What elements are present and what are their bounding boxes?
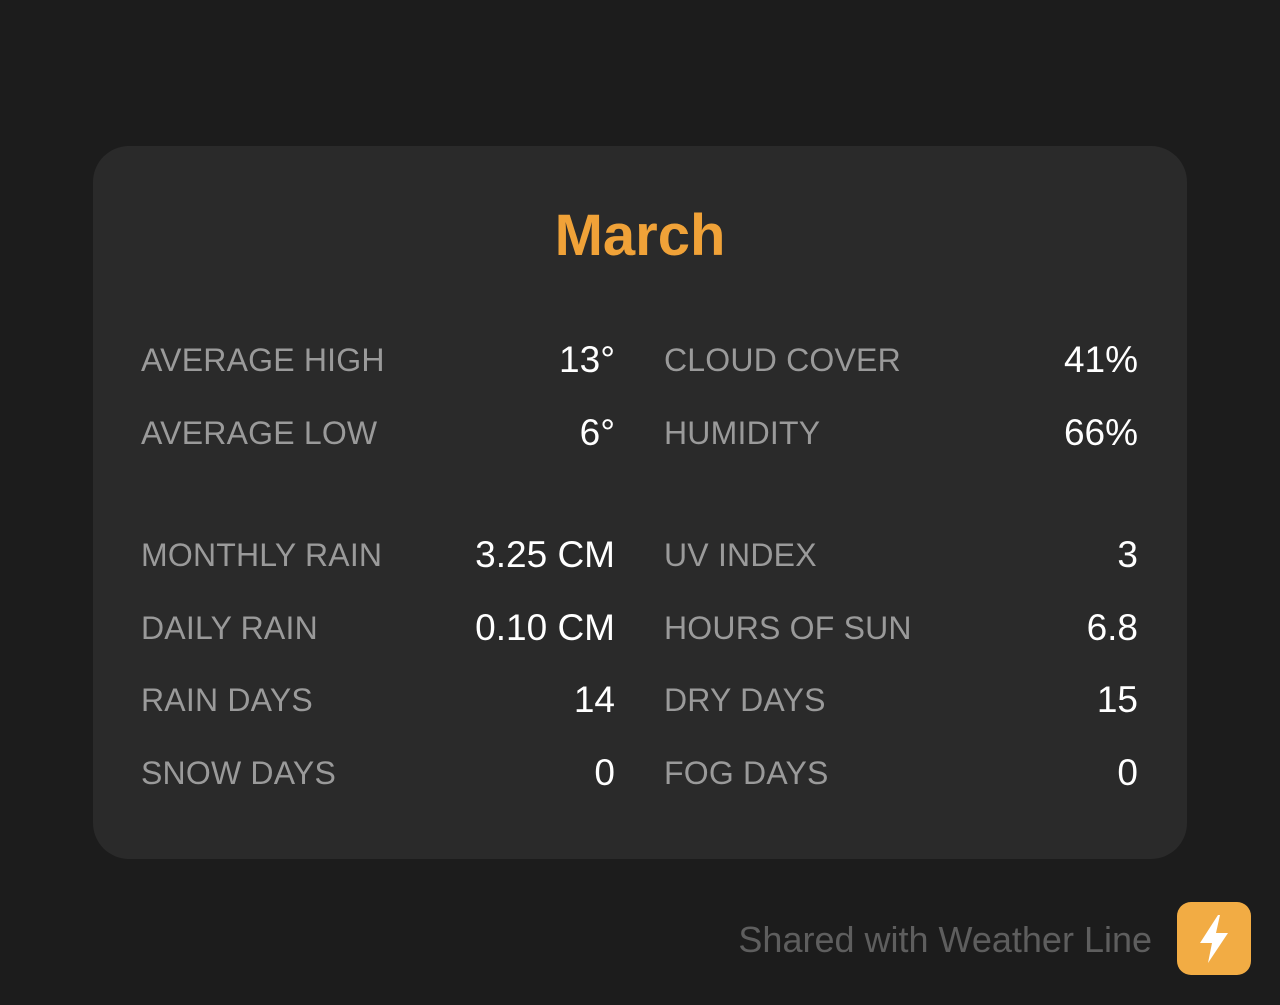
- stat-cloud-cover: CLOUD COVER 41%: [664, 335, 1138, 385]
- stat-monthly-rain: MONTHLY RAIN 3.25 CM: [141, 530, 615, 580]
- stat-value: 0.10 CM: [475, 607, 615, 648]
- stat-daily-rain: DAILY RAIN 0.10 CM: [141, 603, 615, 653]
- stat-snow-days: SNOW DAYS 0: [141, 748, 615, 798]
- stat-label: HOURS OF SUN: [664, 609, 912, 646]
- stat-label: DAILY RAIN: [141, 609, 318, 646]
- stat-hours-of-sun: HOURS OF SUN 6.8: [664, 603, 1138, 653]
- stat-average-low: AVERAGE LOW 6°: [141, 408, 615, 458]
- stat-value: 6.8: [1086, 607, 1138, 648]
- stat-value: 15: [1096, 679, 1138, 720]
- stat-value: 0: [1117, 752, 1138, 793]
- weather-line-app-icon[interactable]: [1177, 902, 1251, 975]
- stat-value: 6°: [579, 412, 615, 453]
- month-title: March: [554, 203, 726, 268]
- shared-with-caption: Shared with Weather Line: [738, 919, 1152, 960]
- stat-value: 0: [594, 752, 615, 793]
- lightning-bolt-icon: [1200, 914, 1228, 963]
- stat-label: UV INDEX: [664, 536, 817, 573]
- stat-label: MONTHLY RAIN: [141, 536, 383, 573]
- stat-label: HUMIDITY: [664, 414, 821, 451]
- stat-label: DRY DAYS: [664, 681, 826, 718]
- stat-label: SNOW DAYS: [141, 754, 337, 791]
- stat-label: FOG DAYS: [664, 754, 829, 791]
- stat-humidity: HUMIDITY 66%: [664, 408, 1138, 458]
- stat-label: AVERAGE HIGH: [141, 341, 385, 378]
- stat-value: 14: [573, 679, 615, 720]
- stat-value: 66%: [1063, 412, 1138, 453]
- stat-value: 3.25 CM: [475, 534, 615, 575]
- stat-fog-days: FOG DAYS 0: [664, 748, 1138, 798]
- stat-value: 3: [1117, 534, 1138, 575]
- stat-label: CLOUD COVER: [664, 341, 901, 378]
- stat-value: 41%: [1063, 339, 1138, 380]
- stat-uv-index: UV INDEX 3: [664, 530, 1138, 580]
- stat-value: 13°: [559, 339, 615, 380]
- stat-rain-days: RAIN DAYS 14: [141, 675, 615, 725]
- stat-label: AVERAGE LOW: [141, 414, 378, 451]
- stat-average-high: AVERAGE HIGH 13°: [141, 335, 615, 385]
- stat-label: RAIN DAYS: [141, 681, 313, 718]
- stat-dry-days: DRY DAYS 15: [664, 675, 1138, 725]
